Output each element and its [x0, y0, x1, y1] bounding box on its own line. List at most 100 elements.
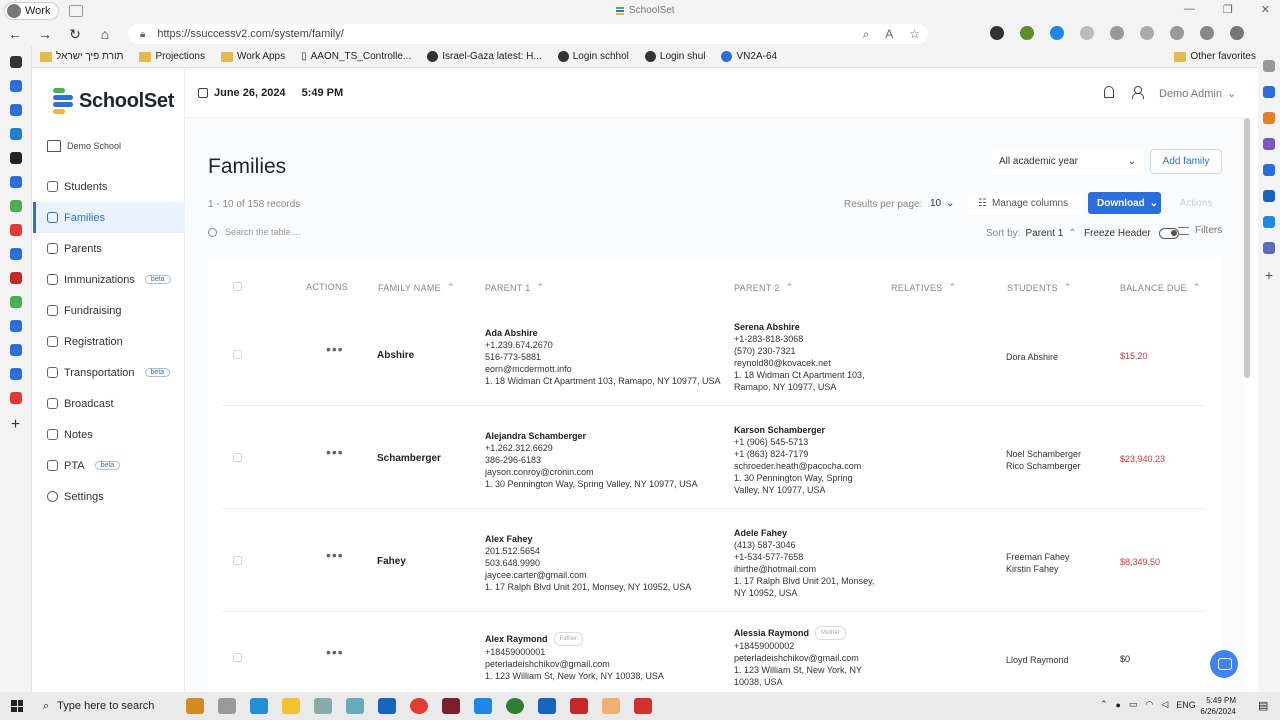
download-button[interactable]: Download ⌄: [1088, 192, 1161, 214]
parent-name[interactable]: Ada Abshire: [485, 327, 720, 339]
tab-icon[interactable]: [9, 200, 22, 212]
student-name[interactable]: Freeman Fahey: [1006, 551, 1070, 563]
column-header-relatives[interactable]: RELATIVES ⌃: [891, 282, 956, 293]
favorite-star-icon[interactable]: ☆: [909, 27, 920, 42]
home-icon[interactable]: ⌂: [90, 26, 120, 42]
restore-icon[interactable]: ❐: [1223, 3, 1233, 16]
tab-icon[interactable]: [9, 320, 22, 332]
downloads-icon[interactable]: [1200, 26, 1214, 40]
sidebar-app-icon[interactable]: [1263, 86, 1275, 98]
family-name[interactable]: Fahey: [377, 556, 406, 567]
user-menu[interactable]: Demo Admin ⌄: [1159, 87, 1236, 101]
row-checkbox[interactable]: [233, 556, 242, 565]
forward-icon[interactable]: →: [30, 26, 60, 42]
refresh-icon[interactable]: ↻: [60, 26, 90, 43]
taskbar-app-icon[interactable]: [442, 698, 460, 714]
row-actions-menu-icon[interactable]: •••: [326, 547, 344, 563]
family-name[interactable]: Abshire: [377, 350, 414, 361]
favorites-icon[interactable]: [1140, 26, 1154, 40]
page-scrollbar[interactable]: [1244, 118, 1250, 378]
microphone-icon[interactable]: ●: [1116, 700, 1121, 710]
row-checkbox[interactable]: [233, 350, 242, 359]
parent-name[interactable]: Adele Fahey: [734, 527, 874, 539]
taskbar-app-icon[interactable]: [474, 698, 492, 714]
column-header-family-name[interactable]: FAMILY NAME ⌃: [378, 282, 455, 293]
sidebar-item-pta[interactable]: PTA beta: [33, 450, 185, 481]
row-checkbox[interactable]: [233, 453, 242, 462]
read-aloud-icon[interactable]: A: [885, 27, 893, 42]
schoolset-logo[interactable]: SchoolSet: [53, 88, 174, 114]
results-per-page-select[interactable]: 10 ⌄: [922, 193, 956, 213]
sidebar-item-broadcast[interactable]: Broadcast: [33, 388, 185, 419]
volume-icon[interactable]: ◁: [1161, 699, 1168, 710]
chat-support-icon[interactable]: [1210, 650, 1238, 678]
bookmark[interactable]: Work Apps: [220, 51, 285, 62]
extension-icon[interactable]: [1050, 26, 1064, 40]
games-icon[interactable]: [1263, 138, 1275, 150]
tab-icon[interactable]: [9, 56, 22, 68]
task-view-icon[interactable]: [218, 698, 236, 714]
taskbar-clock[interactable]: 5:49 PM 6/26/2024: [1200, 695, 1236, 717]
column-header-students[interactable]: STUDENTS ⌃: [1007, 282, 1072, 293]
row-actions-menu-icon[interactable]: •••: [326, 644, 344, 660]
add-family-button[interactable]: Add family: [1150, 149, 1222, 174]
select-all-checkbox[interactable]: [233, 282, 242, 291]
file-explorer-icon[interactable]: [282, 698, 300, 714]
parent-name[interactable]: Alejandra Schamberger: [485, 430, 698, 442]
office-icon[interactable]: [1263, 164, 1275, 176]
zoom-icon[interactable]: ⌕: [862, 27, 869, 42]
sidebar-item-registration[interactable]: Registration: [33, 326, 185, 357]
profile-button[interactable]: Work: [4, 2, 60, 20]
manage-columns-button[interactable]: ☷ Manage columns: [968, 193, 1082, 214]
word-icon[interactable]: [538, 698, 556, 714]
sidebar-item-notes[interactable]: Notes: [33, 419, 185, 450]
chrome-icon[interactable]: [410, 698, 428, 714]
student-name[interactable]: Kirstin Fahey: [1006, 563, 1070, 575]
tab-icon[interactable]: [9, 128, 22, 140]
family-name[interactable]: Schamberger: [377, 453, 441, 464]
tab-icon[interactable]: [9, 224, 22, 236]
parent-name[interactable]: Alex Raymond: [485, 633, 548, 645]
actions-button[interactable]: Actions: [1168, 193, 1224, 214]
table-row[interactable]: ••• Fahey Alex Fahey 201.512.5654 503.64…: [222, 509, 1206, 612]
row-checkbox[interactable]: [233, 653, 242, 662]
tab-actions-icon[interactable]: [69, 5, 84, 17]
tab-icon[interactable]: [9, 344, 22, 356]
tab-icon[interactable]: [9, 368, 22, 380]
extension-icon[interactable]: [990, 26, 1004, 40]
academic-year-select[interactable]: All academic year ⌄: [992, 149, 1144, 174]
sidebar-item-families[interactable]: Families: [33, 202, 185, 233]
bookmark[interactable]: ▯ AAON_TS_Controlle...: [301, 51, 411, 62]
bookmark[interactable]: Login shul: [644, 51, 705, 62]
column-header-parent1[interactable]: PARENT 1 ⌃: [485, 282, 544, 293]
url-field[interactable]: 🔒︎ https://ssuccessv2.com/system/family/…: [128, 24, 928, 44]
search-icon[interactable]: [1263, 60, 1275, 72]
extensions-puzzle-icon[interactable]: [1080, 26, 1094, 40]
bookmark[interactable]: VN2A-64: [721, 51, 777, 62]
parent-name[interactable]: Serena Abshire: [734, 321, 865, 333]
close-icon[interactable]: ✕: [1261, 3, 1270, 16]
user-icon[interactable]: [1132, 86, 1144, 99]
table-row[interactable]: ••• Schamberger Alejandra Schamberger +1…: [222, 406, 1206, 509]
sidebar-item-fundraising[interactable]: Fundraising: [33, 295, 185, 326]
sidebar-item-immunizations[interactable]: Immunizations beta: [33, 264, 185, 295]
sidebar-item-settings[interactable]: Settings: [33, 481, 185, 512]
language-indicator[interactable]: ENG: [1176, 700, 1196, 710]
taskbar-app-icon[interactable]: [314, 698, 332, 714]
split-screen-icon[interactable]: [1110, 26, 1124, 40]
tray-chevron-icon[interactable]: ⌃: [1100, 699, 1108, 710]
extension-icon[interactable]: [1020, 26, 1034, 40]
sidebar-item-transportation[interactable]: Transportation beta: [33, 357, 185, 388]
tab-icon[interactable]: [9, 80, 22, 92]
taskbar-app-icon[interactable]: [378, 698, 396, 714]
notification-bell-icon[interactable]: [1104, 86, 1114, 98]
tab-icon[interactable]: [9, 104, 22, 116]
tab-icon[interactable]: [9, 152, 22, 164]
bookmark[interactable]: Projections: [139, 51, 205, 62]
tab-icon[interactable]: [9, 296, 22, 308]
search-input[interactable]: [225, 227, 425, 237]
edge-icon[interactable]: [250, 698, 268, 714]
sidebar-item-students[interactable]: Students: [33, 171, 185, 202]
taskbar-app-icon[interactable]: [346, 698, 364, 714]
school-selector[interactable]: Demo School: [47, 140, 121, 152]
